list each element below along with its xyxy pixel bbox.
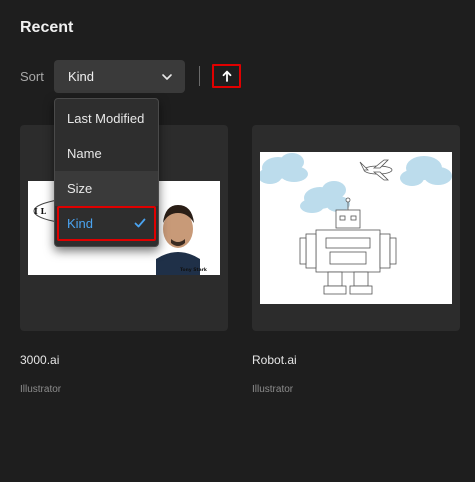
toolbar-divider [199,66,200,86]
file-name[interactable]: 3000.ai [20,353,59,367]
file-app: Illustrator [20,384,62,395]
file-name[interactable]: Robot.ai [252,353,297,367]
recent-page: Recent Sort Kind I L ! Tony Stark [0,0,475,482]
file-thumbnail [260,152,452,304]
menu-item-label: Last Modified [67,111,145,126]
menu-item-name[interactable]: Name [55,136,158,171]
arrow-up-icon [222,70,231,82]
file-app: Illustrator [252,384,294,395]
chevron-down-icon [162,73,172,80]
page-title: Recent [20,19,74,36]
checkmark-icon [134,218,146,228]
file-card-robot[interactable] [252,125,460,331]
svg-text:I L: I L [34,206,47,216]
sort-select[interactable]: Kind [54,60,185,93]
sort-label: Sort [20,69,44,84]
menu-item-label: Kind [67,216,94,231]
sort-direction-button[interactable] [212,64,241,88]
robot-clouds-airplane-thumbnail [260,152,452,304]
sort-dropdown-menu: Last Modified Name Size Kind [54,98,159,247]
menu-item-size[interactable]: Size [55,171,158,206]
menu-item-label: Size [67,181,93,196]
menu-item-kind[interactable]: Kind [57,206,156,241]
thumbnail-caption: Tony Stark [180,267,208,273]
menu-item-label: Name [67,146,102,161]
menu-item-last-modified[interactable]: Last Modified [55,101,158,136]
sort-select-value: Kind [68,69,95,84]
